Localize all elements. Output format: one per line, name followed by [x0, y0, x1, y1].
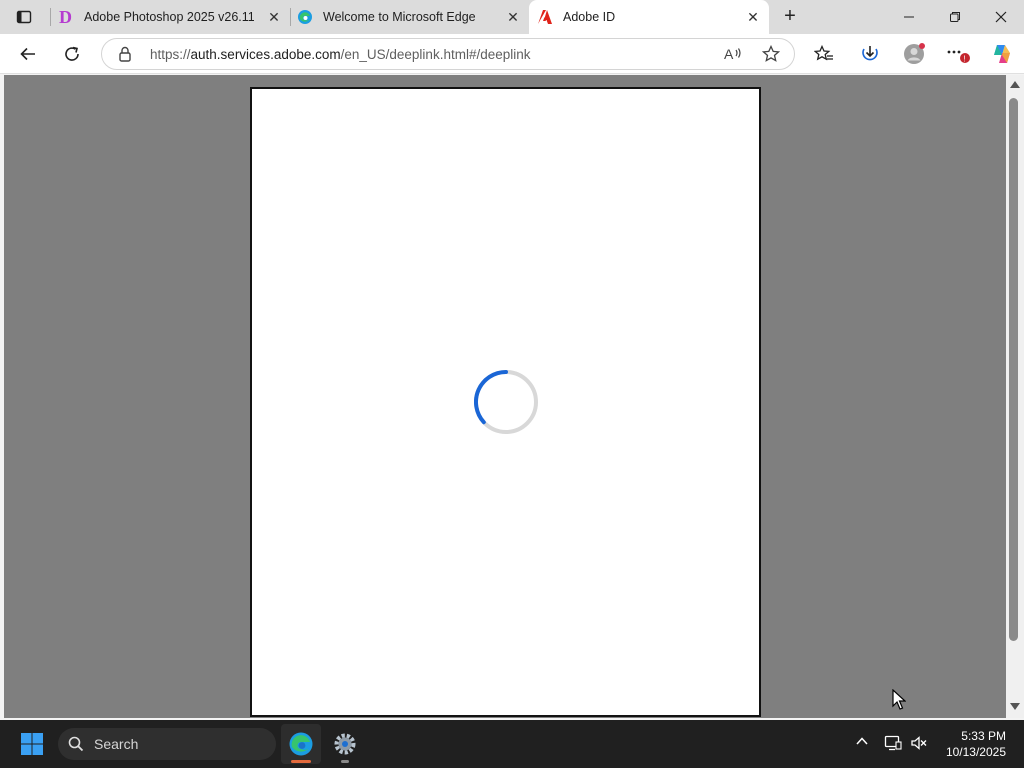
show-hidden-icons-button[interactable] [855, 734, 869, 753]
tab-title: Welcome to Microsoft Edge [323, 10, 476, 24]
tab-actions-icon [16, 10, 32, 24]
edge-favicon-icon [298, 10, 312, 24]
favorite-star-button[interactable] [757, 40, 785, 68]
start-button[interactable] [12, 724, 52, 764]
profile-button[interactable] [900, 40, 928, 68]
svg-text:!: ! [964, 55, 966, 64]
clock-time: 5:33 PM [961, 729, 1006, 743]
tab-strip: D Adobe Photoshop 2025 v26.11.0. ✕ Welco… [0, 0, 1024, 34]
tab-welcome-edge[interactable]: Welcome to Microsoft Edge ✕ [291, 0, 529, 34]
download-icon [862, 46, 878, 61]
windows-taskbar: Search 5:33 PM 10/13/2025 [0, 720, 1024, 768]
address-bar[interactable]: https://auth.services.adobe.com/en_US/de… [101, 38, 795, 70]
tab-close-icon[interactable]: ✕ [505, 9, 521, 25]
taskbar-search[interactable]: Search [58, 728, 276, 760]
chevron-up-icon [856, 737, 868, 745]
tab-close-icon[interactable]: ✕ [266, 9, 282, 25]
read-aloud-button[interactable]: A [719, 40, 747, 68]
svg-text:A: A [724, 46, 734, 62]
copilot-icon [994, 45, 1010, 63]
copilot-button[interactable] [988, 40, 1016, 68]
search-icon [68, 736, 84, 752]
scroll-thumb[interactable] [1009, 98, 1018, 641]
url-host: auth.services.adobe.com [190, 47, 341, 62]
minimize-icon [904, 16, 914, 18]
page-overlay [4, 75, 1006, 718]
back-arrow-icon [20, 47, 35, 61]
settings-more-button[interactable]: ! [944, 40, 972, 68]
svg-text:D: D [59, 8, 72, 26]
refresh-icon [65, 46, 79, 61]
tab-separator [50, 8, 51, 26]
loading-spinner-icon [474, 370, 538, 434]
search-label: Search [94, 736, 139, 752]
downloads-button[interactable] [856, 40, 884, 68]
taskbar-edge[interactable] [281, 724, 321, 764]
url-scheme: https:// [150, 47, 191, 62]
restore-button[interactable] [932, 4, 978, 30]
url-path: /en_US/deeplink.html#/deeplink [340, 47, 531, 62]
restore-icon [950, 12, 960, 22]
close-icon [995, 11, 1007, 23]
adobe-sign-in-dialog [250, 87, 761, 717]
favorites-button[interactable] [810, 40, 838, 68]
running-indicator [291, 760, 311, 763]
settings-gear-icon [334, 733, 356, 755]
star-icon [762, 45, 780, 62]
url-text[interactable]: https://auth.services.adobe.com/en_US/de… [150, 47, 531, 62]
volume-tray-button[interactable] [910, 734, 928, 757]
edge-icon [289, 732, 313, 756]
close-window-button[interactable] [978, 4, 1024, 30]
clock-date: 10/13/2025 [945, 745, 1006, 759]
photoshop-favicon-icon: D [59, 8, 72, 26]
tab-adobe-id[interactable]: Adobe ID ✕ [529, 0, 769, 34]
tab-actions-button[interactable] [8, 6, 40, 28]
scroll-down-arrow-icon[interactable] [1010, 703, 1020, 710]
network-icon [884, 735, 902, 751]
tab-close-icon[interactable]: ✕ [745, 9, 761, 25]
minimize-button[interactable] [886, 4, 932, 30]
browser-toolbar: https://auth.services.adobe.com/en_US/de… [0, 34, 1024, 74]
lock-icon[interactable] [118, 46, 132, 62]
taskbar-settings[interactable] [325, 724, 365, 764]
favorites-icon [814, 45, 833, 61]
mouse-cursor-icon [892, 689, 906, 710]
new-tab-button[interactable]: + [778, 5, 802, 29]
avatar-icon [904, 43, 925, 64]
tab-photoshop[interactable]: D Adobe Photoshop 2025 v26.11.0. ✕ [52, 0, 290, 34]
adobe-favicon-icon [538, 10, 552, 24]
scroll-up-arrow-icon[interactable] [1010, 81, 1020, 88]
read-aloud-icon: A [724, 46, 741, 62]
tab-title: Adobe ID [563, 10, 616, 24]
windows-logo-icon [21, 733, 43, 755]
volume-muted-icon [911, 736, 927, 750]
network-tray-button[interactable] [884, 734, 902, 757]
tab-title: Adobe Photoshop 2025 v26.11.0. [84, 10, 254, 24]
refresh-button[interactable] [58, 40, 86, 68]
running-indicator [341, 760, 349, 763]
page-scrollbar[interactable] [1006, 75, 1024, 718]
back-button[interactable] [14, 40, 42, 68]
more-dots-icon: ! [947, 50, 970, 64]
taskbar-clock[interactable]: 5:33 PM 10/13/2025 [946, 728, 1006, 760]
